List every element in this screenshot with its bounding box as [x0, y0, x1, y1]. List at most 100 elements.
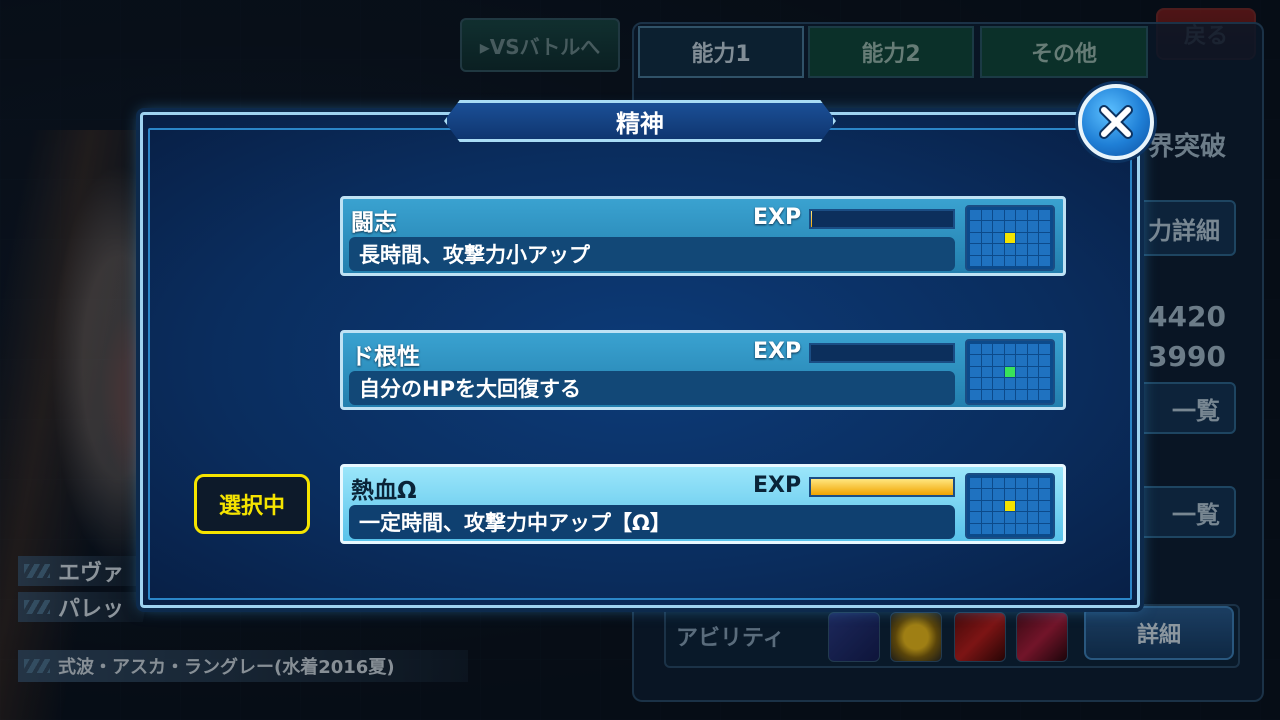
skill-description: 一定時間、攻撃力中アップ【Ω】 — [349, 505, 955, 539]
grid-cell — [993, 366, 1004, 378]
grid-cell — [981, 489, 993, 500]
grid-cell — [1004, 244, 1016, 255]
grid-cell — [970, 478, 981, 489]
grid-cell — [1027, 500, 1039, 512]
grid-cell — [1016, 478, 1027, 489]
grid-cell — [1027, 378, 1039, 389]
skill-card[interactable]: 闘志 EXP 長時間、攻撃力小アップ — [340, 196, 1066, 276]
grid-cell — [1016, 523, 1027, 534]
exp-bar — [809, 209, 955, 229]
skill-name: ド根性 — [351, 344, 420, 370]
grid-cell — [1016, 355, 1027, 366]
grid-cell — [1039, 344, 1050, 355]
grid-cell — [1016, 366, 1027, 378]
grid-cell — [1027, 489, 1039, 500]
grid-cell — [981, 512, 993, 523]
grid-cell — [1027, 344, 1039, 355]
grid-cell — [1004, 221, 1016, 232]
grid-cell — [1027, 355, 1039, 366]
grid-cell — [981, 378, 993, 389]
grid-cell — [1039, 232, 1050, 244]
grid-cell — [981, 389, 993, 400]
grid-cell — [1039, 210, 1050, 221]
grid-cell — [1016, 378, 1027, 389]
grid-cell — [981, 500, 993, 512]
grid-marker — [1004, 232, 1016, 244]
grid-cell — [993, 255, 1004, 266]
skill-description: 自分のHPを大回復する — [349, 371, 955, 405]
skill-grid-icon — [965, 473, 1055, 539]
grid-cell — [1004, 255, 1016, 266]
grid-cell — [1016, 489, 1027, 500]
grid-cell — [1039, 221, 1050, 232]
exp-fill — [811, 479, 953, 495]
grid-cell — [1004, 344, 1016, 355]
grid-cell — [993, 210, 1004, 221]
modal-title-plate: 精神 — [444, 100, 836, 142]
grid-cell — [1027, 232, 1039, 244]
grid-cell — [1004, 389, 1016, 400]
grid-cell — [1004, 478, 1016, 489]
grid-cell — [1016, 232, 1027, 244]
grid-cell — [970, 512, 981, 523]
grid-cell — [981, 210, 993, 221]
grid-cell — [1039, 478, 1050, 489]
selected-badge-label: 選択中 — [218, 494, 285, 519]
grid-cell — [981, 255, 993, 266]
grid-cell — [970, 378, 981, 389]
grid-cell — [993, 389, 1004, 400]
grid-cell — [970, 523, 981, 534]
grid-cell — [1039, 366, 1050, 378]
exp-bar — [809, 343, 955, 363]
grid-cell — [970, 244, 981, 255]
grid-cell — [1016, 221, 1027, 232]
grid-cell — [970, 210, 981, 221]
grid-cell — [1039, 500, 1050, 512]
grid-cell — [981, 244, 993, 255]
grid-cell — [1039, 244, 1050, 255]
exp-label: EXP — [753, 205, 802, 230]
grid-cell — [993, 221, 1004, 232]
skill-description: 長時間、攻撃力小アップ — [349, 237, 955, 271]
grid-cell — [1016, 255, 1027, 266]
grid-cell — [1004, 378, 1016, 389]
grid-cell — [970, 366, 981, 378]
skill-card-selected[interactable]: 熱血Ω EXP 一定時間、攻撃力中アップ【Ω】 — [340, 464, 1066, 544]
grid-cell — [1004, 512, 1016, 523]
grid-cell — [1039, 355, 1050, 366]
grid-cell — [1027, 221, 1039, 232]
grid-cell — [981, 478, 993, 489]
grid-marker — [1004, 500, 1016, 512]
grid-cell — [970, 489, 981, 500]
grid-cell — [993, 344, 1004, 355]
grid-cell — [981, 232, 993, 244]
grid-cell — [1039, 523, 1050, 534]
selected-badge: 選択中 — [194, 474, 310, 534]
grid-cell — [1004, 523, 1016, 534]
grid-cell — [1027, 512, 1039, 523]
grid-cell — [970, 389, 981, 400]
grid-cell — [1027, 366, 1039, 378]
grid-cell — [993, 355, 1004, 366]
grid-cell — [981, 221, 993, 232]
grid-cell — [993, 244, 1004, 255]
grid-cell — [1027, 389, 1039, 400]
close-button[interactable] — [1078, 84, 1154, 160]
skill-card[interactable]: ド根性 EXP 自分のHPを大回復する — [340, 330, 1066, 410]
skill-name: 闘志 — [351, 210, 397, 236]
grid-cell — [970, 221, 981, 232]
grid-cell — [1039, 512, 1050, 523]
exp-label: EXP — [753, 473, 802, 498]
grid-cell — [1004, 489, 1016, 500]
grid-cell — [1016, 512, 1027, 523]
skill-name: 熱血Ω — [351, 478, 417, 504]
grid-cell — [993, 232, 1004, 244]
grid-cell — [993, 500, 1004, 512]
grid-cell — [970, 355, 981, 366]
close-icon — [1099, 105, 1133, 139]
grid-cell — [1016, 210, 1027, 221]
grid-cell — [1039, 489, 1050, 500]
grid-cell — [1027, 478, 1039, 489]
exp-bar — [809, 477, 955, 497]
modal-title: 精神 — [616, 109, 664, 138]
